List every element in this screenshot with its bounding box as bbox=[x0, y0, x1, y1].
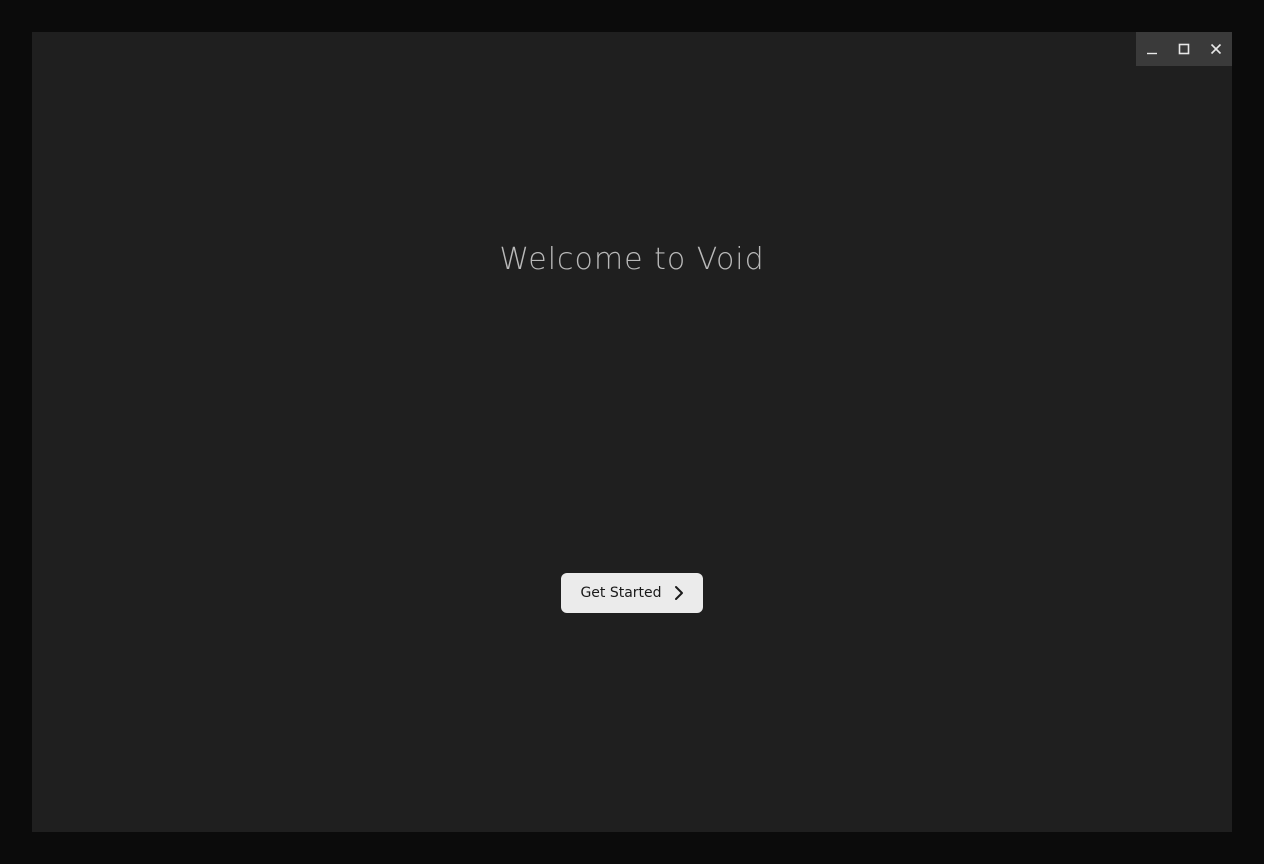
minimize-button[interactable] bbox=[1136, 32, 1168, 66]
maximize-icon bbox=[1178, 43, 1190, 55]
close-button[interactable] bbox=[1200, 32, 1232, 66]
maximize-button[interactable] bbox=[1168, 32, 1200, 66]
welcome-title: Welcome to Void bbox=[499, 242, 765, 277]
chevron-right-icon bbox=[674, 586, 683, 600]
window-controls bbox=[1136, 32, 1232, 66]
close-icon bbox=[1210, 43, 1222, 55]
app-window: Welcome to Void Get Started bbox=[32, 32, 1232, 832]
minimize-icon bbox=[1147, 52, 1157, 55]
get-started-button[interactable]: Get Started bbox=[561, 573, 703, 613]
get-started-label: Get Started bbox=[580, 585, 662, 601]
